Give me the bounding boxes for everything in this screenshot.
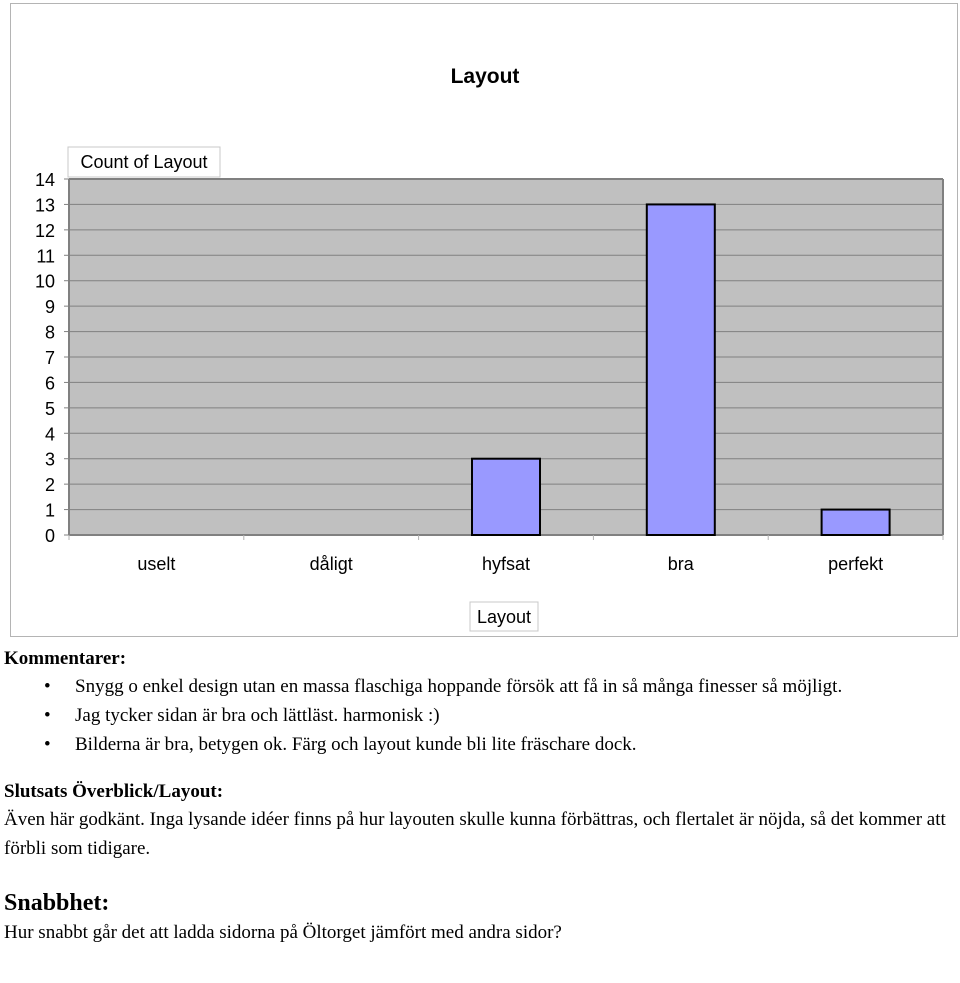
x-axis-title-text: Layout: [477, 607, 531, 627]
list-item: • Bilderna är bra, betygen ok. Färg och l…: [4, 730, 960, 759]
series-label-text: Count of Layout: [80, 152, 207, 172]
bullet-icon: •: [44, 705, 51, 726]
comments-list: • Snygg o enkel design utan en massa flas…: [4, 672, 960, 759]
bar-hyfsat: [471, 457, 541, 537]
y-tick-label: 4: [45, 424, 55, 444]
document-body: Kommentarer: • Snygg o enkel design utan …: [4, 646, 960, 947]
comment-text: Bilderna är bra, betygen ok. Färg och la…: [75, 734, 637, 755]
x-tick-label: hyfsat: [482, 554, 530, 574]
list-item: • Snygg o enkel design utan en massa flas…: [4, 672, 960, 701]
bullet-icon: •: [44, 676, 51, 697]
list-item: • Jag tycker sidan är bra och lättläst. h…: [4, 701, 960, 730]
bar-chart: Layout Count of Layout 01234567891011121…: [35, 65, 944, 632]
y-tick-label: 11: [36, 246, 55, 266]
y-tick-label: 10: [35, 272, 55, 292]
comment-text: Snygg o enkel design utan en massa flasc…: [75, 676, 843, 697]
comment-text: Jag tycker sidan är bra och lättläst. ha…: [75, 705, 440, 726]
y-tick-label: 13: [35, 195, 55, 215]
y-tick-label: 12: [35, 221, 55, 241]
conclusion-heading: Slutsats Överblick/Layout:: [4, 781, 224, 802]
x-axis-title: Layout: [469, 601, 539, 632]
speed-text: Hur snabbt går det att ladda sidorna på …: [4, 922, 562, 943]
x-tick-label: uselt: [137, 554, 175, 574]
chart-title: Layout: [451, 65, 520, 88]
series-label: Count of Layout: [67, 146, 221, 178]
bar-perfekt: [820, 508, 891, 537]
y-tick-label: 14: [35, 170, 55, 190]
bullet-icon: •: [44, 734, 51, 755]
y-tick-label: 5: [45, 399, 55, 419]
y-tick-label: 8: [45, 323, 55, 343]
chart-frame: Layout Count of Layout 0 1 2 3 4 5 6 7 8 9 10 11 12 1…: [10, 3, 958, 637]
y-tick-label: 0: [45, 526, 55, 546]
speed-heading: Snabbhet:: [4, 890, 110, 916]
bar-bra: [645, 203, 716, 537]
y-tick-label: 1: [45, 501, 55, 521]
y-tick-label: 2: [45, 475, 55, 495]
y-tick-label: 9: [45, 297, 55, 317]
y-tick-label: 3: [45, 450, 55, 470]
x-tick-label: bra: [668, 554, 695, 574]
comments-heading: Kommentarer:: [4, 648, 127, 669]
y-tick-label: 7: [45, 348, 55, 368]
conclusion-text: Även här godkänt. Inga lysande idéer fin…: [4, 809, 946, 859]
x-tick-label: dåligt: [310, 554, 353, 574]
y-tick-label: 6: [45, 373, 55, 393]
x-tick-label: perfekt: [828, 554, 883, 574]
